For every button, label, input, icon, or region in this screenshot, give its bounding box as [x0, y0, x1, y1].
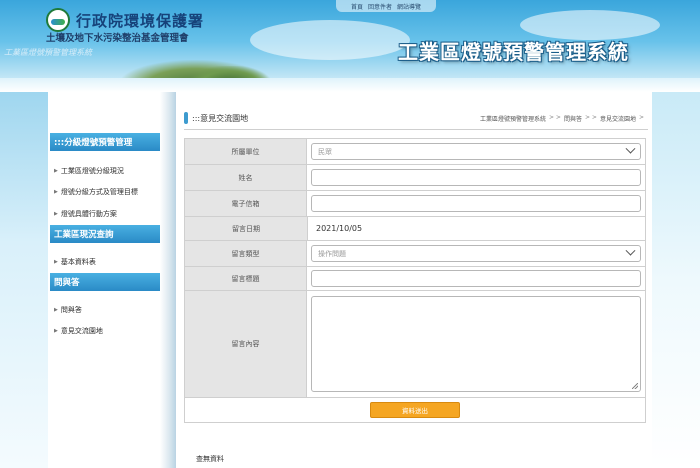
breadcrumb-item-qa[interactable]: 問與答	[564, 114, 582, 123]
top-nav-home-link[interactable]: 首頁	[351, 2, 363, 11]
top-nav: 首頁 回意件者 網站導覽	[336, 0, 436, 12]
system-title: 工業區燈號預警管理系統	[398, 40, 629, 64]
epa-logo-icon[interactable]	[46, 8, 70, 32]
breadcrumb-separator-icon: > >	[584, 114, 597, 121]
breadcrumb-item-home[interactable]: 工業區燈號預警管理系統	[480, 114, 546, 123]
bullet-arrow-icon: ▶	[54, 328, 58, 334]
form-row-date: 留言日期 2021/10/05	[185, 217, 645, 241]
submit-button[interactable]: 資料送出	[370, 401, 460, 418]
sidebar-heading-status-query[interactable]: 工業區現況查詢	[50, 225, 160, 243]
unit-label: 所屬單位	[185, 139, 307, 164]
form-row-name: 姓名	[185, 165, 645, 191]
left-decor-band	[0, 92, 48, 468]
bullet-arrow-icon: ▶	[54, 307, 58, 313]
sidebar-item-action-plan[interactable]: ▶ 燈號具體行動方案	[54, 209, 117, 219]
title-marker-icon	[184, 112, 188, 124]
top-nav-sitemap-link[interactable]: 網站導覽	[397, 2, 421, 11]
sidebar-shadow	[160, 92, 176, 468]
brand-watermark: 工業區燈號預警管理系統	[4, 48, 92, 57]
sidebar-item-label: 意見交流園地	[60, 327, 103, 335]
form-row-email: 電子信箱	[185, 191, 645, 217]
type-select[interactable]: 操作問題	[311, 245, 641, 262]
breadcrumb-item-forum[interactable]: 意見交流園地	[600, 114, 636, 123]
form-row-content: 留言內容	[185, 291, 645, 397]
sidebar-item-method[interactable]: ▶ 燈號分級方式及管理目標	[54, 187, 138, 197]
breadcrumb-separator-icon: >	[638, 114, 644, 121]
header-sea	[0, 78, 700, 92]
resize-grip-icon[interactable]	[632, 383, 638, 389]
name-label: 姓名	[185, 165, 307, 190]
chevron-down-icon	[625, 245, 636, 256]
sidebar-item-status[interactable]: ▶ 工業區燈號分級現況	[54, 166, 124, 176]
top-nav-feedback-link[interactable]: 回意件者	[368, 2, 392, 11]
bullet-arrow-icon: ▶	[54, 259, 58, 265]
org-subtitle: 土壤及地下水污染整治基金管理會	[46, 33, 189, 44]
form-row-subject: 留言標題	[185, 267, 645, 291]
header-cloud	[250, 20, 410, 60]
sidebar-item-forum[interactable]: ▶ 意見交流園地	[54, 326, 103, 336]
submit-row: 資料送出	[184, 397, 646, 423]
title-divider	[184, 129, 648, 130]
sidebar-item-label: 燈號具體行動方案	[60, 210, 117, 218]
name-input[interactable]	[311, 169, 641, 186]
no-data-text: 查無資料	[196, 455, 224, 463]
page-title: :::意見交流園地	[192, 113, 249, 123]
bullet-arrow-icon: ▶	[54, 211, 58, 217]
unit-select[interactable]: 民眾	[311, 143, 641, 160]
sidebar-item-label: 問與答	[60, 306, 82, 314]
subject-label: 留言標題	[185, 267, 307, 290]
email-input[interactable]	[311, 195, 641, 212]
site-header: 行政院環境保護署 土壤及地下水污染整治基金管理會 工業區燈號預警管理系統 首頁 …	[0, 0, 700, 92]
sidebar-item-label: 工業區燈號分級現況	[60, 167, 124, 175]
subject-input[interactable]	[311, 270, 641, 287]
unit-select-value: 民眾	[318, 147, 332, 156]
content-textarea[interactable]	[311, 296, 641, 392]
type-label: 留言類型	[185, 241, 307, 266]
sidebar-heading-warning[interactable]: :::分級燈號預警管理	[50, 133, 160, 151]
right-decor-band	[652, 92, 700, 468]
bullet-arrow-icon: ▶	[54, 189, 58, 195]
chevron-down-icon	[625, 143, 636, 154]
sidebar-item-label: 基本資料表	[60, 258, 96, 266]
sidebar-item-basic-data[interactable]: ▶ 基本資料表	[54, 257, 96, 267]
feedback-form: 所屬單位 民眾 姓名 電子信箱 留言日期 2021/10/05 留言類型 操作問…	[184, 138, 646, 398]
breadcrumb-separator-icon: > >	[549, 114, 561, 121]
email-label: 電子信箱	[185, 191, 307, 216]
sidebar-item-qa[interactable]: ▶ 問與答	[54, 305, 82, 315]
sidebar-item-label: 燈號分級方式及管理目標	[60, 188, 138, 196]
form-row-type: 留言類型 操作問題	[185, 241, 645, 267]
breadcrumb: 工業區燈號預警管理系統 > > 問與答 > > 意見交流園地 >	[480, 114, 644, 123]
type-select-value: 操作問題	[318, 249, 346, 258]
content-label: 留言內容	[185, 291, 307, 397]
sidebar-heading-qa[interactable]: 問與答	[50, 273, 160, 291]
date-label: 留言日期	[185, 217, 308, 240]
date-value: 2021/10/05	[316, 224, 363, 233]
org-title[interactable]: 行政院環境保護署	[76, 10, 204, 31]
page-title-wrap: :::意見交流園地	[184, 112, 248, 124]
bullet-arrow-icon: ▶	[54, 168, 58, 174]
form-row-unit: 所屬單位 民眾	[185, 139, 645, 165]
